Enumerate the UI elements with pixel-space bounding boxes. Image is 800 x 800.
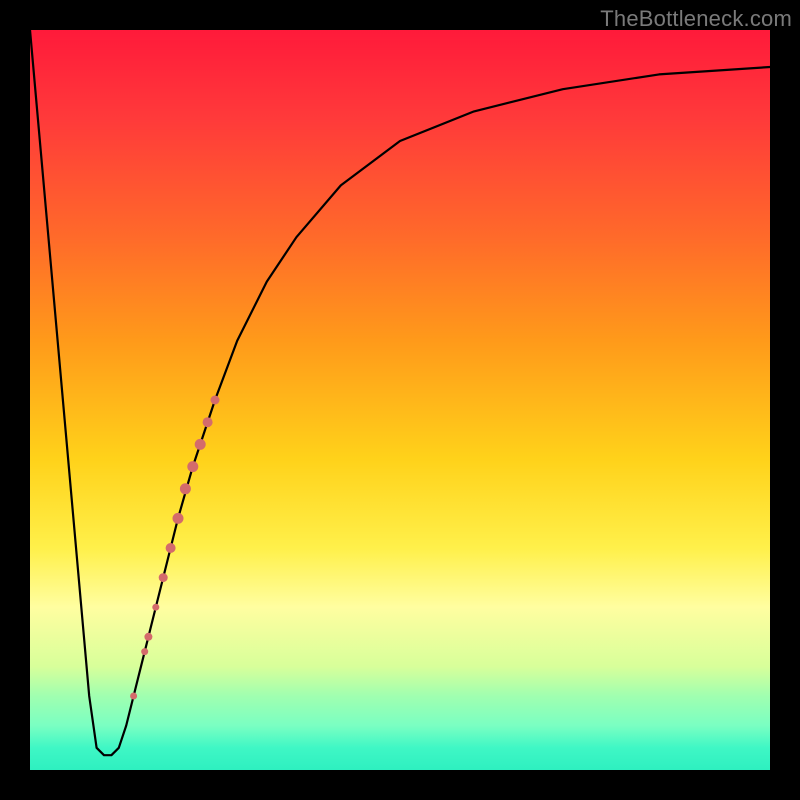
- data-marker: [195, 439, 206, 450]
- watermark-text: TheBottleneck.com: [600, 6, 792, 32]
- data-marker: [203, 417, 213, 427]
- data-marker: [166, 543, 176, 553]
- data-marker: [180, 483, 191, 494]
- data-marker: [159, 573, 168, 582]
- data-marker: [144, 633, 152, 641]
- data-marker: [187, 461, 198, 472]
- data-marker: [141, 648, 148, 655]
- chart-frame: TheBottleneck.com: [0, 0, 800, 800]
- data-marker: [152, 604, 159, 611]
- data-marker: [211, 396, 220, 405]
- chart-svg: [30, 30, 770, 770]
- bottleneck-curve: [30, 30, 770, 755]
- data-marker: [173, 513, 184, 524]
- plot-area: [30, 30, 770, 770]
- data-marker: [130, 693, 137, 700]
- markers-group: [130, 396, 219, 700]
